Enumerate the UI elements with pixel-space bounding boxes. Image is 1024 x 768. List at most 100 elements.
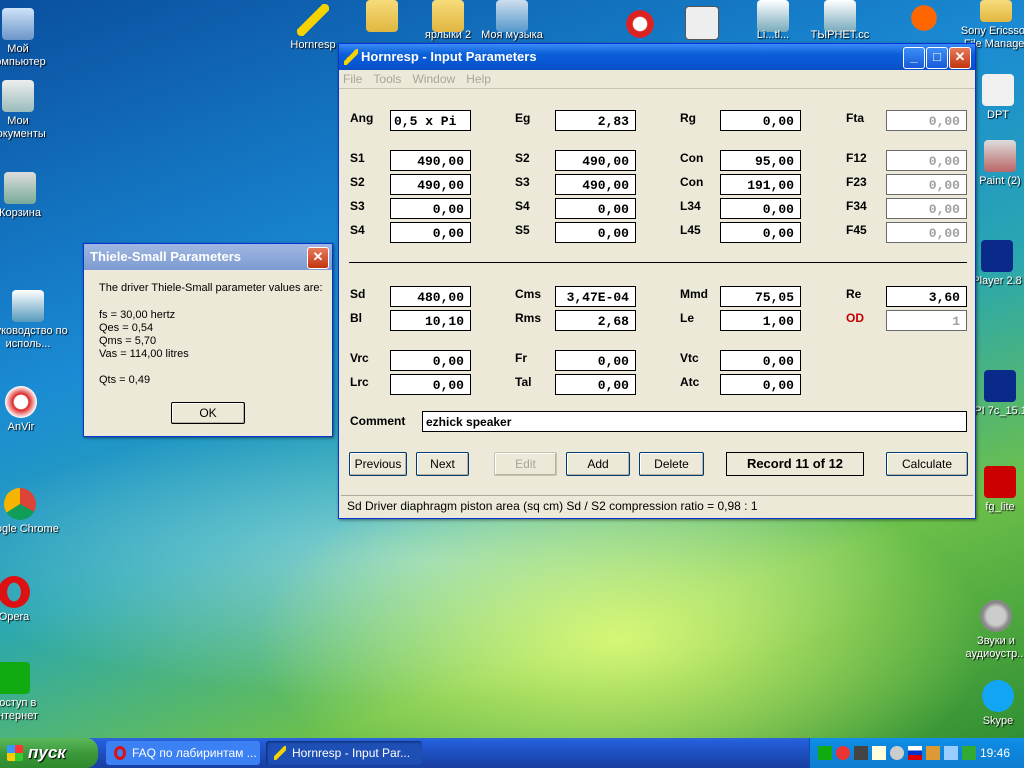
word-document-icon [757,0,789,32]
param-field-l34[interactable]: 0,00 [720,198,801,219]
param-label-s1: S1 [350,151,365,165]
param-field-s2[interactable]: 490,00 [555,150,636,171]
param-field-s3[interactable]: 490,00 [555,174,636,195]
param-field-lrc[interactable]: 0,00 [390,374,471,395]
param-field-ang[interactable]: 0,5 x Pi [390,110,471,131]
comment-label: Comment [350,414,406,428]
param-field-cms[interactable]: 3,47E-04 [555,286,636,307]
menu-bar: File Tools Window Help [339,70,975,89]
dialog-close-button[interactable]: ✕ [307,247,329,269]
menu-tools[interactable]: Tools [373,72,401,86]
desktop-icon-anvir[interactable]: AnVir [0,386,61,434]
tray-icon-anvir[interactable] [836,746,850,760]
window-titlebar[interactable]: Hornresp - Input Parameters _ □ ✕ [339,44,975,70]
param-label-s3: S3 [515,175,530,189]
param-field-f45[interactable]: 0,00 [886,222,967,243]
param-label-sd: Sd [350,287,366,301]
maximize-button[interactable]: □ [926,47,948,69]
param-field-atc[interactable]: 0,00 [720,374,801,395]
tray-icon-note[interactable] [872,746,886,760]
param-field-s2[interactable]: 490,00 [390,174,471,195]
param-field-s4[interactable]: 0,00 [390,222,471,243]
close-button[interactable]: ✕ [949,47,971,69]
param-field-f12[interactable]: 0,00 [886,150,967,171]
desktop-icon-sounds[interactable]: Звуки и аудиоустр... [956,600,1024,661]
tray-icon-film[interactable] [854,746,868,760]
tray-icon-language[interactable] [908,746,922,760]
volume-icon[interactable] [944,746,958,760]
qts-value: Qts = 0,49 [99,374,151,386]
calculate-button[interactable]: Calculate [886,452,968,476]
param-field-l45[interactable]: 0,00 [720,222,801,243]
fg-icon [984,466,1016,498]
desktop-icon-tyrnet[interactable]: ТЫРНЕТ.сс [800,0,880,42]
desktop-icon-chrome[interactable]: Google Chrome [0,488,60,536]
tray-icon-tool[interactable] [926,746,940,760]
param-field-re[interactable]: 3,60 [886,286,967,307]
param-field-con[interactable]: 191,00 [720,174,801,195]
dialog-body: The driver Thiele-Small parameter values… [99,282,323,387]
tray-icon-internet[interactable] [818,746,832,760]
menu-window[interactable]: Window [412,72,455,86]
param-field-vrc[interactable]: 0,00 [390,350,471,371]
folder-icon [432,0,464,32]
delete-button[interactable]: Delete [639,452,704,476]
param-label-rms: Rms [515,311,542,325]
info-icon [908,2,940,34]
param-field-s5[interactable]: 0,00 [555,222,636,243]
menu-file[interactable]: File [343,72,362,86]
param-field-vtc[interactable]: 0,00 [720,350,801,371]
comment-field[interactable]: ezhick speaker [422,411,967,432]
desktop-icon-skype[interactable]: Skype [958,680,1024,728]
edit-button[interactable]: Edit [494,452,557,476]
param-label-s2: S2 [515,151,530,165]
desktop-icon-opera[interactable]: Opera [0,576,54,624]
tray-icon-battery[interactable] [962,746,976,760]
param-field-tal[interactable]: 0,00 [555,374,636,395]
dialog-titlebar[interactable]: Thiele-Small Parameters ✕ [84,244,332,270]
desktop-icon-my-computer[interactable]: Мой компьютер [0,8,58,69]
param-field-le[interactable]: 1,00 [720,310,801,331]
desktop-icon-internet-access[interactable]: Доступ в Интернет [0,662,54,723]
param-field-od[interactable]: 1 [886,310,967,331]
add-button[interactable]: Add [566,452,630,476]
param-field-s4[interactable]: 0,00 [555,198,636,219]
param-field-fta[interactable]: 0,00 [886,110,967,131]
desktop-icon-omega[interactable] [662,6,742,43]
ok-button[interactable]: OK [171,402,245,424]
lightning-icon [297,4,329,36]
param-field-sd[interactable]: 480,00 [390,286,471,307]
record-indicator: Record 11 of 12 [726,452,864,476]
desktop-icon-info[interactable] [884,2,964,37]
param-field-s1[interactable]: 490,00 [390,150,471,171]
param-field-rms[interactable]: 2,68 [555,310,636,331]
clock[interactable]: 19:46 [980,738,1010,768]
minimize-button[interactable]: _ [903,47,925,69]
param-field-s3[interactable]: 0,00 [390,198,471,219]
param-field-rg[interactable]: 0,00 [720,110,801,131]
param-field-fr[interactable]: 0,00 [555,350,636,371]
desktop-icon-my-documents[interactable]: Мои документы [0,80,58,141]
desktop-icon-recycle-bin[interactable]: Корзина [0,172,60,220]
desktop-icon-my-music[interactable]: Моя музыка [472,0,552,42]
menu-help[interactable]: Help [466,72,491,86]
param-label-s5: S5 [515,223,530,237]
desktop-icon-manual[interactable]: Руководство по исполь... [0,290,68,351]
taskbar: пуск FAQ по лабиринтам ... Hornresp - In… [0,738,1024,768]
taskbar-item-hornresp[interactable]: Hornresp - Input Par... [266,741,422,765]
start-button[interactable]: пуск [0,738,98,768]
param-label-fr: Fr [515,351,527,365]
param-field-f23[interactable]: 0,00 [886,174,967,195]
previous-button[interactable]: Previous [349,452,407,476]
tray-icon-clock[interactable] [890,746,904,760]
taskbar-item-opera[interactable]: FAQ по лабиринтам ... [106,741,260,765]
hornresp-input-window: Hornresp - Input Parameters _ □ ✕ File T… [338,43,976,519]
param-field-eg[interactable]: 2,83 [555,110,636,131]
next-button[interactable]: Next [416,452,469,476]
param-field-con[interactable]: 95,00 [720,150,801,171]
param-label-s3: S3 [350,199,365,213]
param-field-mmd[interactable]: 75,05 [720,286,801,307]
param-label-con: Con [680,175,704,189]
param-field-bl[interactable]: 10,10 [390,310,471,331]
param-field-f34[interactable]: 0,00 [886,198,967,219]
